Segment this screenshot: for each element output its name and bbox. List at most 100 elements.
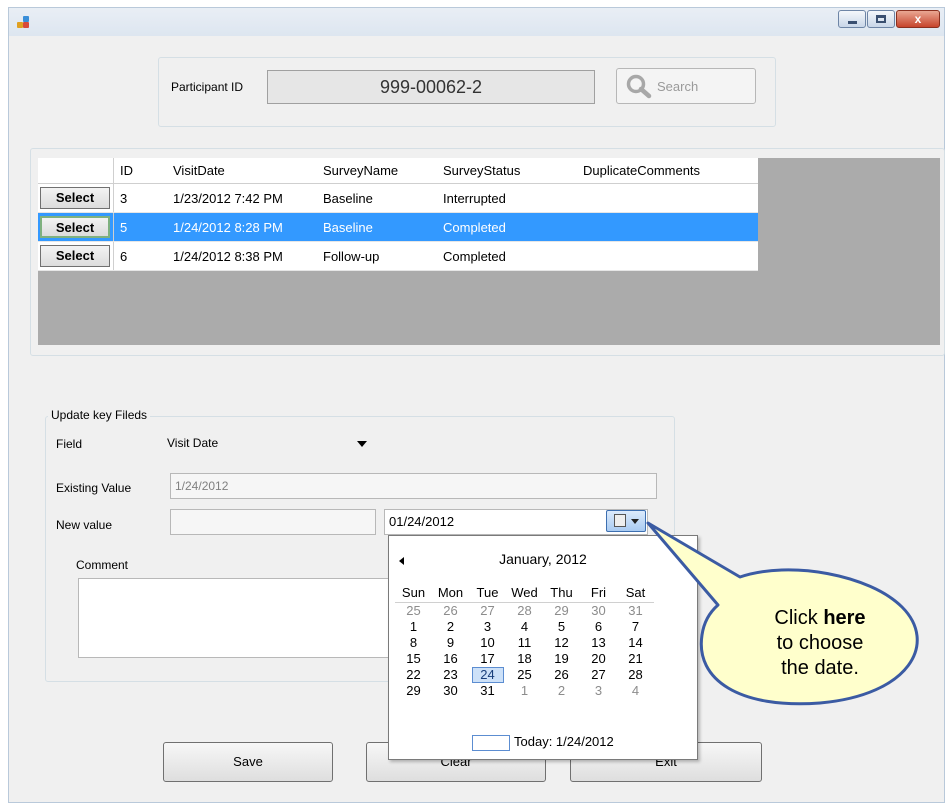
grid-header-surveyname[interactable]: SurveyName (317, 163, 437, 178)
calendar-day[interactable]: 25 (506, 667, 543, 683)
calendar-day[interactable]: 22 (395, 667, 432, 683)
calendar-day[interactable]: 2 (432, 619, 469, 635)
grid-header: ID VisitDate SurveyName SurveyStatus Dup… (38, 158, 758, 184)
calendar-day[interactable]: 25 (395, 603, 432, 620)
row-survey-status: Interrupted (443, 190, 506, 206)
select-button[interactable]: Select (40, 187, 110, 209)
save-button-label: Save (233, 754, 263, 769)
calendar-day[interactable]: 3 (580, 683, 617, 699)
calendar-day[interactable]: 1 (395, 619, 432, 635)
calendar-day[interactable]: 26 (432, 603, 469, 620)
row-survey-status: Completed (443, 248, 506, 264)
new-value-text-field[interactable] (170, 509, 376, 535)
field-select[interactable]: Visit Date (163, 430, 373, 456)
calendar-day[interactable]: 29 (543, 603, 580, 620)
new-value-label: New value (56, 518, 113, 532)
existing-value-label: Existing Value (56, 481, 132, 495)
chevron-down-icon (631, 519, 639, 524)
field-label: Field (56, 437, 83, 451)
grid-header-duplicatecomments[interactable]: DuplicateComments (577, 163, 758, 178)
day-header: Wed (511, 585, 538, 600)
callout-emphasis: here (823, 607, 866, 629)
participant-id-label: Participant ID (171, 80, 244, 94)
grid-header-id[interactable]: ID (113, 158, 167, 183)
calendar-day[interactable]: 3 (469, 619, 506, 635)
participant-id-field[interactable]: 999-00062-2 (267, 70, 595, 104)
calendar-day[interactable]: 19 (543, 651, 580, 667)
calendar-day[interactable]: 10 (469, 635, 506, 651)
today-text: Today: 1/24/2012 (514, 734, 614, 749)
day-header: Thu (550, 585, 573, 600)
calendar-day[interactable]: 17 (469, 651, 506, 667)
calendar-day[interactable]: 31 (469, 683, 506, 699)
calendar-day[interactable]: 5 (543, 619, 580, 635)
calendar-day[interactable]: 28 (506, 603, 543, 620)
day-header: Mon (437, 585, 464, 600)
row-visit-date: 1/24/2012 8:38 PM (173, 248, 283, 264)
calendar-day[interactable]: 27 (580, 667, 617, 683)
calendar-day-selected[interactable]: 24 (469, 667, 506, 683)
row-id: 3 (113, 184, 167, 212)
calendar-day[interactable]: 2 (543, 683, 580, 699)
calendar-grid: Sun Mon Tue Wed Thu Fri Sat 25 26 27 28 … (395, 583, 654, 699)
title-bar[interactable]: x (9, 8, 944, 36)
calendar-day[interactable]: 18 (506, 651, 543, 667)
calendar-day[interactable]: 13 (580, 635, 617, 651)
calendar-day[interactable]: 6 (580, 619, 617, 635)
selected-day-number: 24 (471, 667, 504, 683)
calendar-day[interactable]: 29 (395, 683, 432, 699)
calendar-day[interactable]: 15 (395, 651, 432, 667)
calendar-day[interactable]: 9 (432, 635, 469, 651)
callout-line3: the date. (781, 657, 859, 679)
today-link[interactable]: Today: 1/24/2012 (472, 734, 614, 751)
table-row[interactable]: Select 5 1/24/2012 8:28 PM Baseline Comp… (38, 213, 758, 242)
calendar-day[interactable]: 30 (432, 683, 469, 699)
row-survey-name: Baseline (323, 190, 373, 206)
calendar-icon (614, 514, 626, 527)
row-survey-name: Follow-up (323, 248, 380, 264)
magnifier-icon (626, 74, 652, 99)
select-button[interactable]: Select (40, 245, 110, 267)
table-row[interactable]: Select 3 1/23/2012 7:42 PM Baseline Inte… (38, 184, 758, 213)
day-header: Fri (590, 585, 607, 600)
row-visit-date: 1/23/2012 7:42 PM (173, 190, 283, 206)
minimize-button[interactable] (838, 10, 866, 28)
search-button-label: Search (657, 79, 699, 94)
maximize-icon (876, 15, 886, 23)
table-row[interactable]: Select 6 1/24/2012 8:38 PM Follow-up Com… (38, 242, 758, 271)
app-icon (17, 16, 31, 28)
calendar-day[interactable]: 12 (543, 635, 580, 651)
calendar-day[interactable]: 1 (506, 683, 543, 699)
field-select-value: Visit Date (167, 436, 219, 450)
row-survey-name: Baseline (323, 219, 373, 235)
calendar-day[interactable]: 30 (580, 603, 617, 620)
grid-header-visitdate[interactable]: VisitDate (167, 163, 317, 178)
callout-line1: Click (774, 607, 824, 629)
calendar-day[interactable]: 11 (506, 635, 543, 651)
calendar-day[interactable]: 4 (506, 619, 543, 635)
calendar-day[interactable]: 20 (580, 651, 617, 667)
calendar-day[interactable]: 8 (395, 635, 432, 651)
row-survey-status: Completed (443, 219, 506, 235)
day-header: Tue (476, 585, 499, 600)
today-marker-icon (472, 734, 510, 751)
existing-value-field: 1/24/2012 (170, 473, 657, 499)
save-button[interactable]: Save (163, 742, 333, 782)
calendar-day[interactable]: 27 (469, 603, 506, 620)
select-button[interactable]: Select (40, 216, 110, 238)
calendar-day[interactable]: 26 (543, 667, 580, 683)
calendar-day[interactable]: 23 (432, 667, 469, 683)
visit-grid: ID VisitDate SurveyName SurveyStatus Dup… (38, 158, 940, 345)
day-header: Sun (401, 585, 426, 600)
grid-header-surveystatus[interactable]: SurveyStatus (437, 163, 577, 178)
callout-text: Click here to choose the date. (740, 606, 900, 681)
maximize-button[interactable] (867, 10, 895, 28)
close-button[interactable]: x (896, 10, 940, 28)
chevron-down-icon (357, 441, 367, 447)
calendar-day[interactable]: 16 (432, 651, 469, 667)
row-visit-date: 1/24/2012 8:28 PM (173, 219, 283, 235)
row-id: 6 (113, 242, 167, 270)
comment-label: Comment (76, 558, 129, 572)
close-icon: x (914, 12, 922, 26)
search-button[interactable]: Search (616, 68, 756, 104)
